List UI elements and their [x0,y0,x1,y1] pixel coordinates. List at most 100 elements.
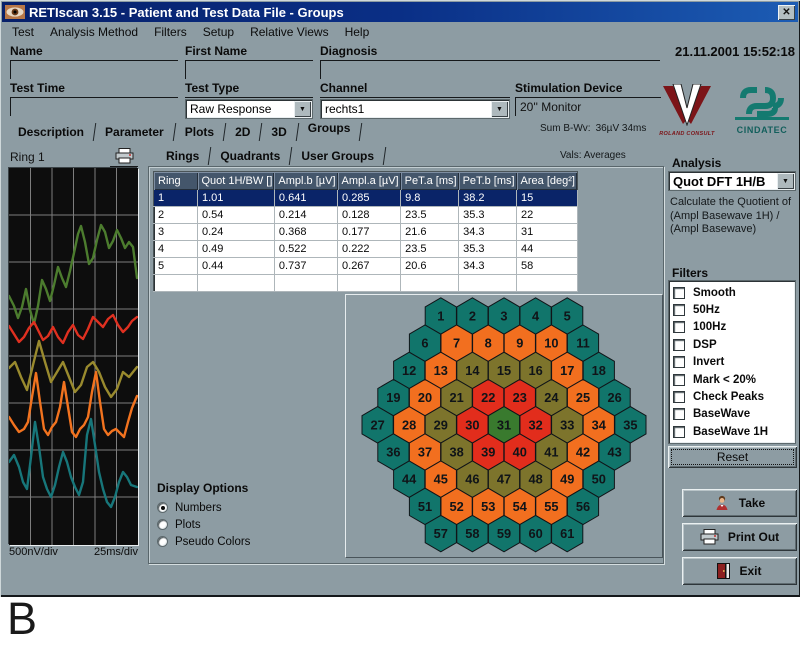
tab-parameter[interactable]: Parameter [95,125,174,139]
checkbox-icon[interactable] [673,374,685,386]
diagnosis-field[interactable]: Diagnosis [320,44,660,79]
test-time-field[interactable]: Test Time [10,81,178,116]
analysis-dropdown[interactable]: Quot DFT 1H/B ▼ [668,171,796,191]
svg-text:19: 19 [386,390,400,405]
stimulation-device-field: Stimulation Device 20'' Monitor [515,81,661,116]
svg-text:7: 7 [453,336,460,351]
checkbox-icon[interactable] [673,356,685,368]
subtab-rings[interactable]: Rings [156,149,209,163]
checkbox-icon[interactable] [673,287,685,299]
table-cell: 1 [154,190,198,207]
table-cell: 1.01 [198,190,275,207]
svg-text:52: 52 [449,499,463,514]
radio-icon[interactable] [157,502,168,513]
table-cell: 0.44 [198,258,275,275]
first-name-value[interactable] [185,61,313,79]
table-cell [459,275,517,292]
checkbox-icon[interactable] [673,339,685,351]
table-row[interactable]: 40.490.5220.22223.535.344 [154,241,578,258]
diagnosis-value[interactable] [320,61,660,79]
checkbox-icon[interactable] [673,408,685,420]
print-chart-button[interactable] [110,145,138,167]
menu-item-help[interactable]: Help [337,25,378,39]
radio-icon[interactable] [157,519,168,530]
svg-text:41: 41 [544,444,558,459]
svg-text:31: 31 [497,417,511,432]
filters-list: Smooth50Hz100HzDSPInvertMark < 20%Check … [668,280,796,444]
filter-option-check-peaks[interactable]: Check Peaks [673,388,795,405]
table-row[interactable]: 20.540.2140.12823.535.322 [154,207,578,224]
print-out-button[interactable]: Print Out [682,523,797,551]
checkbox-icon[interactable] [673,304,685,316]
filter-option-mark-20[interactable]: Mark < 20% [673,371,795,388]
waveform-chart[interactable] [9,168,138,545]
filter-option-dsp[interactable]: DSP [673,336,795,353]
test-type-field: Test Type Raw Response ▼ [185,81,313,119]
table-cell: 21.6 [401,224,459,241]
display-option-pseudo-colors[interactable]: Pseudo Colors [157,533,250,550]
chevron-down-icon[interactable]: ▼ [777,173,794,189]
filter-option-100hz[interactable]: 100Hz [673,319,795,336]
filter-option-basewave-1h[interactable]: BaseWave 1H [673,423,795,440]
diagnosis-label: Diagnosis [320,44,660,61]
exit-button[interactable]: Exit [682,557,797,585]
radio-icon[interactable] [157,536,168,547]
svg-text:29: 29 [434,417,448,432]
tab-groups[interactable]: Groups [298,121,361,135]
column-header-ampl-a-v: Ampl.a [µV] [338,172,401,190]
chevron-down-icon[interactable]: ▼ [491,101,508,117]
filters-label: Filters [672,266,708,280]
svg-text:49: 49 [560,472,574,487]
table-cell: 5 [154,258,198,275]
printer-icon [115,148,134,164]
close-button[interactable]: ✕ [778,5,795,20]
table-row[interactable]: 30.240.3680.17721.634.331 [154,224,578,241]
tab-description[interactable]: Description [8,125,94,139]
channel-label: Channel [320,81,510,98]
filter-option-50hz[interactable]: 50Hz [673,301,795,318]
menu-item-analysis-method[interactable]: Analysis Method [42,25,146,39]
checkbox-icon[interactable] [673,426,685,438]
display-option-plots[interactable]: Plots [157,516,250,533]
checkbox-icon[interactable] [673,321,685,333]
filter-option-invert[interactable]: Invert [673,354,795,371]
menu-item-setup[interactable]: Setup [195,25,242,39]
display-option-numbers[interactable]: Numbers [157,499,250,516]
first-name-field[interactable]: First Name [185,44,313,79]
table-row[interactable]: 11.010.6410.2859.838.215 [154,190,578,207]
tab-2d[interactable]: 2D [225,125,260,139]
hexagon-field-map[interactable]: 1234567891011121314151617181920212223242… [345,294,663,558]
chevron-down-icon[interactable]: ▼ [294,101,311,117]
table-cell: 0.285 [338,190,401,207]
filter-option-basewave[interactable]: BaseWave [673,406,795,423]
reset-button[interactable]: Reset [668,446,797,468]
table-cell: 0.368 [274,224,337,241]
channel-dropdown[interactable]: rechts1 ▼ [320,99,510,119]
svg-text:28: 28 [402,417,416,432]
table-row[interactable]: 50.440.7370.26720.634.358 [154,258,578,275]
subtab-user-groups[interactable]: User Groups [291,149,384,163]
svg-text:35: 35 [623,417,637,432]
subtab-quadrants[interactable]: Quadrants [210,149,290,163]
svg-text:37: 37 [418,444,432,459]
test-type-dropdown[interactable]: Raw Response ▼ [185,99,313,119]
figure-label: B [7,596,37,641]
take-button[interactable]: Take [682,489,797,517]
tab-3d[interactable]: 3D [261,125,296,139]
menu-item-test[interactable]: Test [4,25,42,39]
tab-plots[interactable]: Plots [175,125,224,139]
menu-item-relative-views[interactable]: Relative Views [242,25,336,39]
test-time-value[interactable] [10,98,178,116]
svg-text:15: 15 [497,363,511,378]
filter-option-smooth[interactable]: Smooth [673,284,795,301]
checkbox-icon[interactable] [673,391,685,403]
rings-table[interactable]: RingQuot 1H/BW []Ampl.b [µV]Ampl.a [µV]P… [153,171,578,292]
table-cell: 0.128 [338,207,401,224]
table-cell: 23.5 [401,207,459,224]
menu-item-filters[interactable]: Filters [146,25,195,39]
table-cell: 0.54 [198,207,275,224]
table-cell: 0.214 [274,207,337,224]
name-value[interactable] [10,61,178,79]
column-header-quot-1h-bw: Quot 1H/BW [] [198,172,275,190]
name-field[interactable]: Name [10,44,178,79]
